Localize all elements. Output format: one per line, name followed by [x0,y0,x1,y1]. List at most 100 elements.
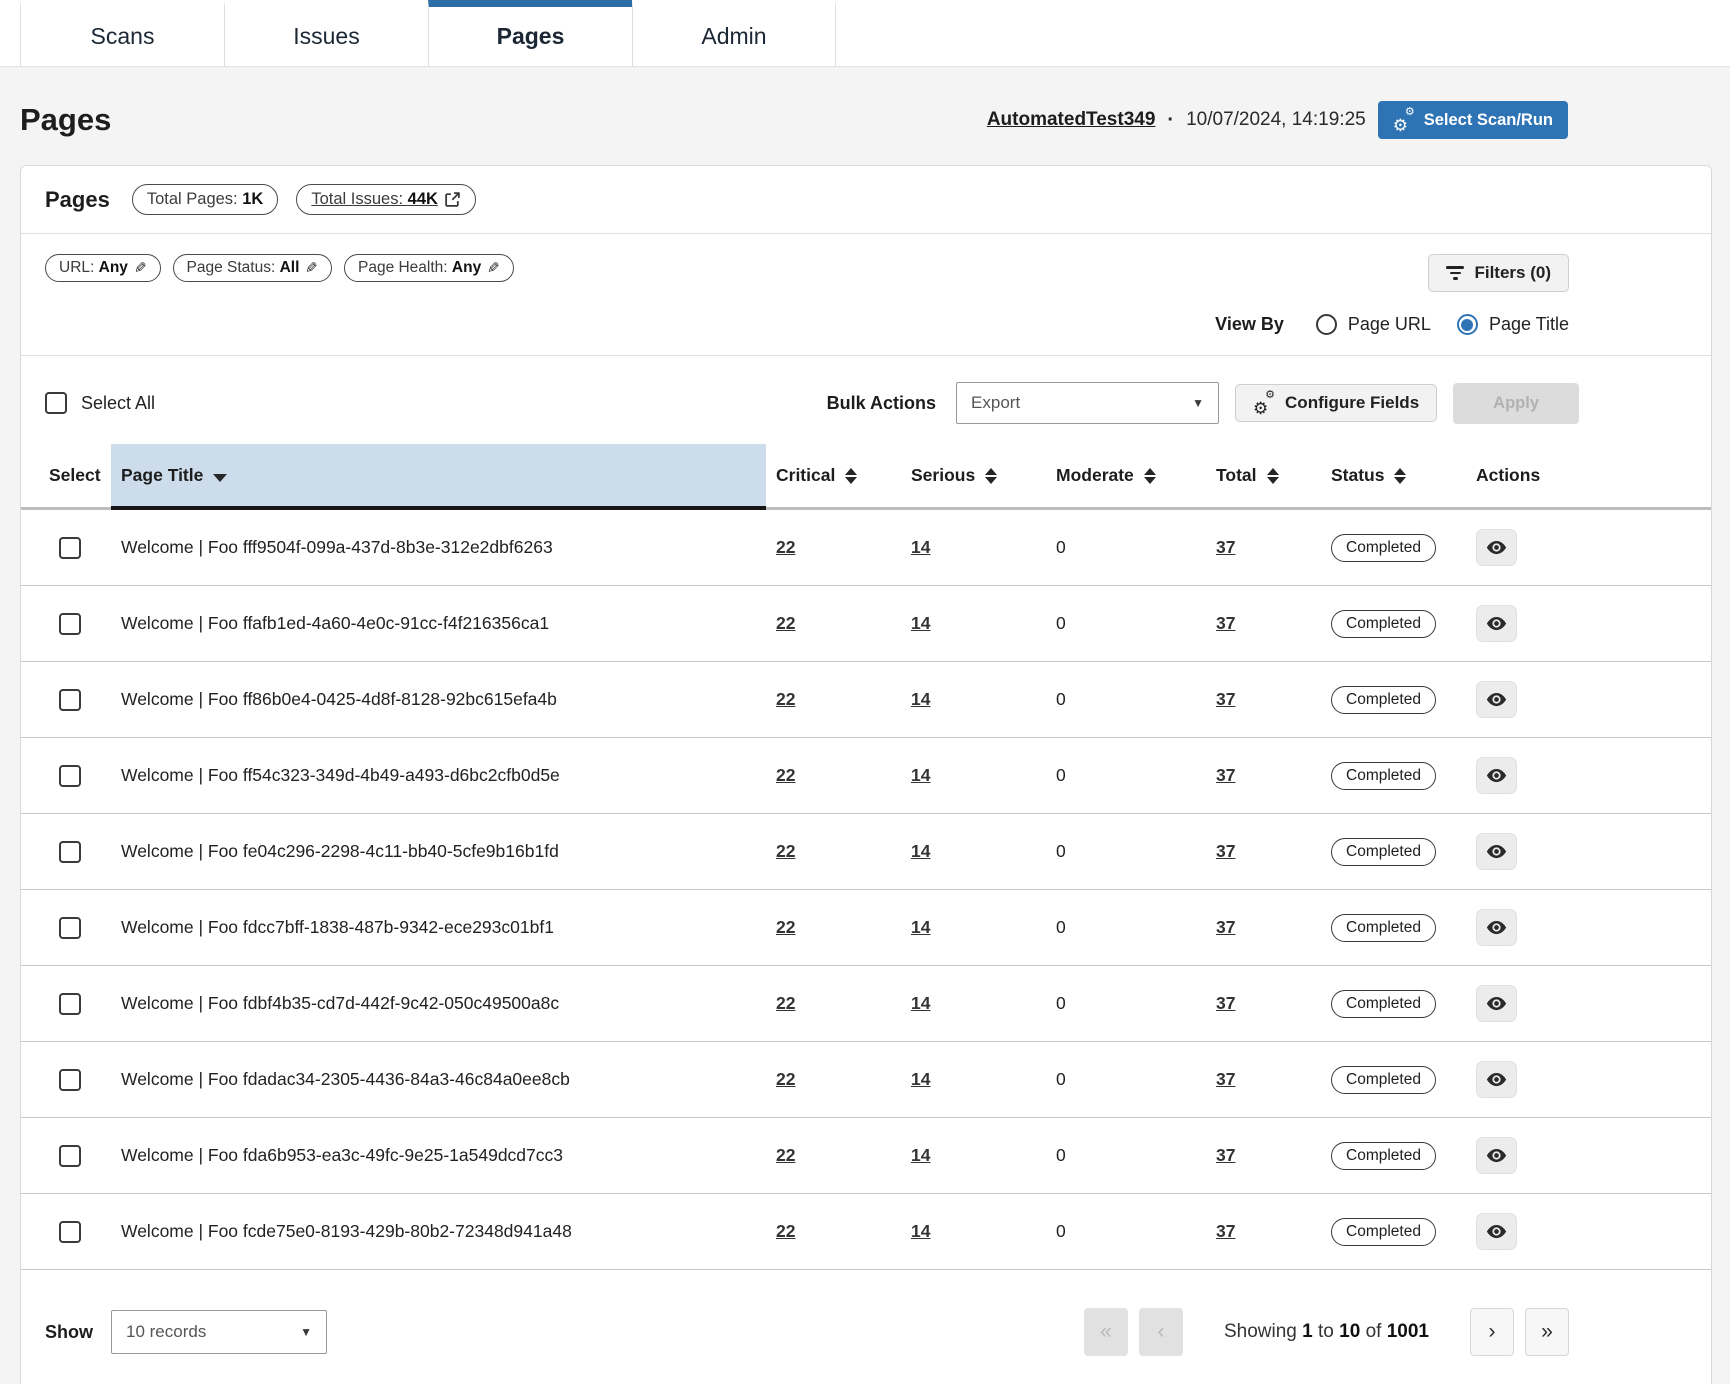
next-page-button[interactable]: › [1470,1308,1514,1356]
eye-icon [1485,689,1508,710]
serious-count-link[interactable]: 14 [911,841,930,862]
view-page-button[interactable] [1476,985,1517,1022]
select-scan-run-button[interactable]: ⚙⚙ Select Scan/Run [1378,101,1568,139]
last-page-button[interactable]: » [1525,1308,1569,1356]
total-count-link[interactable]: 37 [1216,613,1235,634]
critical-count-link[interactable]: 22 [776,1145,795,1166]
critical-count-link[interactable]: 22 [776,613,795,634]
total-count-link[interactable]: 37 [1216,841,1235,862]
critical-count-link[interactable]: 22 [776,1221,795,1242]
row-checkbox[interactable] [59,765,81,787]
select-all-label: Select All [81,393,155,414]
critical-count-link[interactable]: 22 [776,993,795,1014]
critical-count-link[interactable]: 22 [776,765,795,786]
column-header-status[interactable]: Status [1321,444,1466,510]
view-page-button[interactable] [1476,909,1517,946]
records-value: 10 records [126,1322,206,1342]
row-checkbox[interactable] [59,841,81,863]
serious-count-link[interactable]: 14 [911,1069,930,1090]
pagination: « ‹ Showing 1 to 10 of 1001 › » [1084,1308,1569,1356]
row-checkbox[interactable] [59,993,81,1015]
critical-count-link[interactable]: 22 [776,917,795,938]
serious-count-link[interactable]: 14 [911,1221,930,1242]
scan-name-link[interactable]: AutomatedTest349 [987,109,1156,131]
bulk-action-select[interactable]: Export ▼ [956,382,1219,424]
view-page-button[interactable] [1476,1213,1517,1250]
view-page-button[interactable] [1476,1061,1517,1098]
row-checkbox[interactable] [59,689,81,711]
tab[interactable]: Pages [428,0,632,66]
serious-count-link[interactable]: 14 [911,993,930,1014]
column-header-total[interactable]: Total [1206,444,1321,510]
page-title-cell: Welcome | Foo fda6b953-ea3c-49fc-9e25-1a… [121,1145,563,1166]
page-title-cell: Welcome | Foo fcde75e0-8193-429b-80b2-72… [121,1221,572,1242]
tab-label: Pages [497,23,565,50]
view-by-radio[interactable]: Page Title [1457,314,1569,335]
column-header-serious[interactable]: Serious [901,444,1046,510]
critical-count-link[interactable]: 22 [776,1069,795,1090]
configure-fields-button[interactable]: ⚙⚙ Configure Fields [1235,384,1437,422]
view-page-button[interactable] [1476,605,1517,642]
serious-count-link[interactable]: 14 [911,1145,930,1166]
total-issues-label: Total Issues: [311,190,403,208]
column-header-moderate[interactable]: Moderate [1046,444,1206,510]
status-badge: Completed [1331,686,1436,714]
row-checkbox[interactable] [59,613,81,635]
tab[interactable]: Issues [224,0,428,66]
view-page-button[interactable] [1476,833,1517,870]
view-by-radio[interactable]: Page URL [1316,314,1431,335]
page-title-cell: Welcome | Foo ff86b0e4-0425-4d8f-8128-92… [121,689,557,710]
total-count-link[interactable]: 37 [1216,689,1235,710]
column-header-critical[interactable]: Critical [766,444,901,510]
moderate-count: 0 [1056,1221,1066,1242]
tab[interactable]: Admin [632,0,836,66]
critical-count-link[interactable]: 22 [776,841,795,862]
total-count-link[interactable]: 37 [1216,993,1235,1014]
total-issues-chip[interactable]: Total Issues: 44K [296,184,476,215]
sort-arrows-icon [1267,468,1279,484]
filter-chip[interactable]: Page Status: All ✎ [173,254,332,282]
row-checkbox[interactable] [59,1221,81,1243]
separator-dot: · [1167,109,1174,132]
apply-button[interactable]: Apply [1453,383,1579,424]
showing-range-text: Showing 1 to 10 of 1001 [1224,1321,1429,1343]
tab[interactable]: Scans [20,0,224,66]
row-checkbox[interactable] [59,917,81,939]
moderate-count: 0 [1056,613,1066,634]
table-row: Welcome | Foo ff54c323-349d-4b49-a493-d6… [21,738,1711,814]
critical-count-link[interactable]: 22 [776,537,795,558]
row-checkbox[interactable] [59,537,81,559]
filter-chip-value: Any [452,259,481,276]
previous-page-button[interactable]: ‹ [1139,1308,1183,1356]
serious-count-link[interactable]: 14 [911,689,930,710]
column-header-page-title[interactable]: Page Title [111,444,766,510]
filter-chip[interactable]: URL: Any ✎ [45,254,161,282]
serious-count-link[interactable]: 14 [911,765,930,786]
records-select[interactable]: 10 records ▼ [111,1310,327,1354]
total-count-link[interactable]: 37 [1216,1145,1235,1166]
total-count-link[interactable]: 37 [1216,537,1235,558]
total-count-link[interactable]: 37 [1216,1221,1235,1242]
column-header-select: Select [21,444,111,510]
filter-chip-value: Any [99,259,128,276]
critical-count-link[interactable]: 22 [776,689,795,710]
view-page-button[interactable] [1476,681,1517,718]
eye-icon [1485,537,1508,558]
view-page-button[interactable] [1476,1137,1517,1174]
select-all-checkbox[interactable] [45,392,67,414]
total-count-link[interactable]: 37 [1216,917,1235,938]
filter-chip[interactable]: Page Health: Any ✎ [344,254,514,282]
row-checkbox[interactable] [59,1145,81,1167]
tab-label: Scans [91,23,155,50]
filters-button[interactable]: Filters (0) [1428,254,1569,292]
total-pages-label: Total Pages: [147,190,238,208]
first-page-button[interactable]: « [1084,1308,1128,1356]
serious-count-link[interactable]: 14 [911,613,930,634]
total-count-link[interactable]: 37 [1216,765,1235,786]
total-count-link[interactable]: 37 [1216,1069,1235,1090]
view-page-button[interactable] [1476,529,1517,566]
view-page-button[interactable] [1476,757,1517,794]
row-checkbox[interactable] [59,1069,81,1091]
serious-count-link[interactable]: 14 [911,917,930,938]
serious-count-link[interactable]: 14 [911,537,930,558]
